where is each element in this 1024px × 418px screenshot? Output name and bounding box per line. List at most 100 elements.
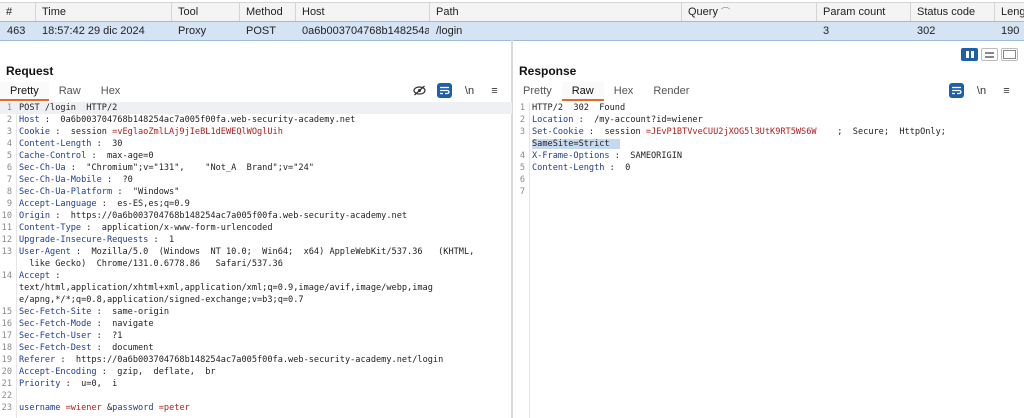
column-header-time[interactable]: Time [35, 3, 171, 21]
header-name: Host [19, 115, 40, 125]
request-line[interactable]: text/html,application/xhtml+xml,applicat… [0, 282, 512, 294]
request-line[interactable]: 3 Cookie : session =vEglaoZmlLAj9jIeBL1dE… [0, 126, 512, 138]
request-line[interactable]: 23 username =wiener &password =peter [0, 402, 512, 414]
request-line[interactable]: 18 Sec-Fetch-Dest : document [0, 342, 512, 354]
response-tab-raw[interactable]: Raw [561, 82, 604, 101]
request-line[interactable]: 20 Accept-Encoding : gzip, deflate, br [0, 366, 512, 378]
request-tab-raw[interactable]: Raw [49, 82, 91, 101]
response-tab-render[interactable]: Render [643, 82, 699, 101]
code-segment: : 0a6b003704768b148254ac7a005f00fa.web-s… [39, 115, 356, 125]
layout-side-by-side-icon[interactable] [961, 48, 978, 61]
header-name: Content-Length [532, 163, 605, 173]
header-name: X-Frame-Options [532, 151, 610, 161]
line-number: 4 [6, 139, 12, 149]
request-line[interactable]: e/apng,*/*;q=0.8,application/signed-exch… [0, 294, 512, 306]
request-line[interactable]: 11 Content-Type : application/x-www-form-… [0, 222, 512, 234]
response-tab-hex[interactable]: Hex [604, 82, 644, 101]
line-number: 2 [519, 115, 525, 125]
header-name: Sec-Fetch-User [19, 331, 92, 341]
code-text: text/html,application/xhtml+xml,applicat… [19, 282, 512, 294]
column-header-status-code[interactable]: Status code [910, 3, 994, 21]
response-line[interactable]: SameSite=Strict [513, 138, 1024, 150]
request-tab-pretty[interactable]: Pretty [0, 82, 49, 101]
line-number: 15 [1, 307, 12, 317]
request-line[interactable]: 13 User-Agent : Mozilla/5.0 (Windows NT 1… [0, 246, 512, 258]
code-text: POST /login HTTP/2 [19, 102, 512, 114]
code-text: like Gecko) Chrome/131.0.6778.86 Safari/… [19, 258, 512, 270]
column-header-method[interactable]: Method [239, 3, 295, 21]
request-line[interactable]: 16 Sec-Fetch-Mode : navigate [0, 318, 512, 330]
request-line[interactable]: 15 Sec-Fetch-Site : same-origin [0, 306, 512, 318]
request-line[interactable]: 1 POST /login HTTP/2 [0, 102, 512, 114]
row-length: 190 [1001, 25, 1020, 37]
request-tab-hex[interactable]: Hex [91, 82, 131, 101]
hide-icon[interactable] [412, 83, 427, 98]
request-line[interactable]: 9 Accept-Language : es-ES,es;q=0.9 [0, 198, 512, 210]
response-editor[interactable]: 1 HTTP/2 302 Found 2 Location : /my-account… [513, 102, 1024, 418]
history-row-selected[interactable]: 463 18:57:42 29 dic 2024 Proxy POST 0a6b… [0, 21, 1024, 41]
response-line[interactable]: 6 [513, 174, 1024, 186]
request-editor[interactable]: 1 POST /login HTTP/2 2 Host : 0a6b003704768… [0, 102, 512, 418]
wrap-lines-icon[interactable] [949, 83, 964, 98]
code-segment: : application/x-www-form-urlencoded [81, 223, 273, 233]
column-header-length[interactable]: Lengt [994, 3, 1024, 21]
code-segment: text/html,application/xhtml+xml,applicat… [19, 283, 433, 293]
request-line[interactable]: 22 [0, 390, 512, 402]
request-line[interactable]: 8 Sec-Ch-Ua-Platform : "Windows" [0, 186, 512, 198]
request-line[interactable]: 6 Sec-Ch-Ua : "Chromium";v="131", "Not_A … [0, 162, 512, 174]
request-line[interactable]: 14 Accept : [0, 270, 512, 282]
column-header-path[interactable]: Path [429, 3, 681, 21]
request-line[interactable]: 21 Priority : u=0, i [0, 378, 512, 390]
response-line[interactable]: 2 Location : /my-account?id=wiener [513, 114, 1024, 126]
code-segment: ; Secure; HttpOnly; [816, 127, 946, 137]
header-name: Sec-Fetch-Site [19, 307, 92, 317]
newline-toggle-icon[interactable]: \n [974, 83, 989, 98]
line-number: 1 [519, 103, 525, 113]
response-line[interactable]: 7 [513, 186, 1024, 198]
request-line[interactable]: 5 Cache-Control : max-age=0 [0, 150, 512, 162]
row-param-count: 3 [823, 25, 830, 37]
layout-switcher [961, 48, 1018, 61]
line-number: 3 [519, 127, 525, 137]
request-line[interactable]: 7 Sec-Ch-Ua-Mobile : ?0 [0, 174, 512, 186]
request-line[interactable]: like Gecko) Chrome/131.0.6778.86 Safari/… [0, 258, 512, 270]
line-number: 7 [6, 175, 12, 185]
response-line[interactable]: 3 Set-Cookie : session =JEvP1BTVveCUU2jXO… [513, 126, 1024, 138]
code-segment: : /my-account?id=wiener [573, 115, 703, 125]
response-line[interactable]: 4 X-Frame-Options : SAMEORIGIN [513, 150, 1024, 162]
layout-top-bottom-icon[interactable] [981, 48, 998, 61]
newline-toggle-icon[interactable]: \n [462, 83, 477, 98]
request-line[interactable]: 17 Sec-Fetch-User : ?1 [0, 330, 512, 342]
column-header-number[interactable]: # [0, 3, 35, 21]
header-name: Accept-Encoding [19, 367, 97, 377]
header-name: Sec-Ch-Ua [19, 163, 66, 173]
column-header-query[interactable]: Query ⌒ [681, 3, 816, 21]
line-number: 5 [6, 151, 12, 161]
code-text: Origin : https://0a6b003704768b148254ac7… [19, 210, 512, 222]
response-line[interactable]: 5 Content-Length : 0 [513, 162, 1024, 174]
menu-icon[interactable]: ≡ [999, 83, 1014, 98]
column-header-param-count[interactable]: Param count [816, 3, 910, 21]
request-title: Request [6, 64, 54, 78]
request-line[interactable]: 4 Content-Length : 30 [0, 138, 512, 150]
column-header-tool[interactable]: Tool [171, 3, 239, 21]
request-line[interactable]: 19 Referer : https://0a6b003704768b148254… [0, 354, 512, 366]
line-number: 23 [1, 403, 12, 413]
request-line[interactable]: 12 Upgrade-Insecure-Requests : 1 [0, 234, 512, 246]
wrap-lines-icon[interactable] [437, 83, 452, 98]
request-line[interactable]: 10 Origin : https://0a6b003704768b148254a… [0, 210, 512, 222]
row-method: POST [246, 25, 276, 37]
request-line[interactable]: 2 Host : 0a6b003704768b148254ac7a005f00fa… [0, 114, 512, 126]
sort-icon: ⌒ [720, 7, 730, 17]
row-path: /login [436, 25, 463, 37]
line-number: 20 [1, 367, 12, 377]
layout-tabs-icon[interactable] [1001, 48, 1018, 61]
row-tool: Proxy [178, 25, 207, 37]
response-tab-pretty[interactable]: Pretty [513, 82, 562, 101]
menu-icon[interactable]: ≡ [487, 83, 502, 98]
header-name: Sec-Fetch-Dest [19, 343, 92, 353]
response-line[interactable]: 1 HTTP/2 302 Found [513, 102, 1024, 114]
column-header-host[interactable]: Host [295, 3, 429, 21]
code-text: Sec-Ch-Ua-Mobile : ?0 [19, 174, 512, 186]
line-number: 13 [1, 247, 12, 257]
